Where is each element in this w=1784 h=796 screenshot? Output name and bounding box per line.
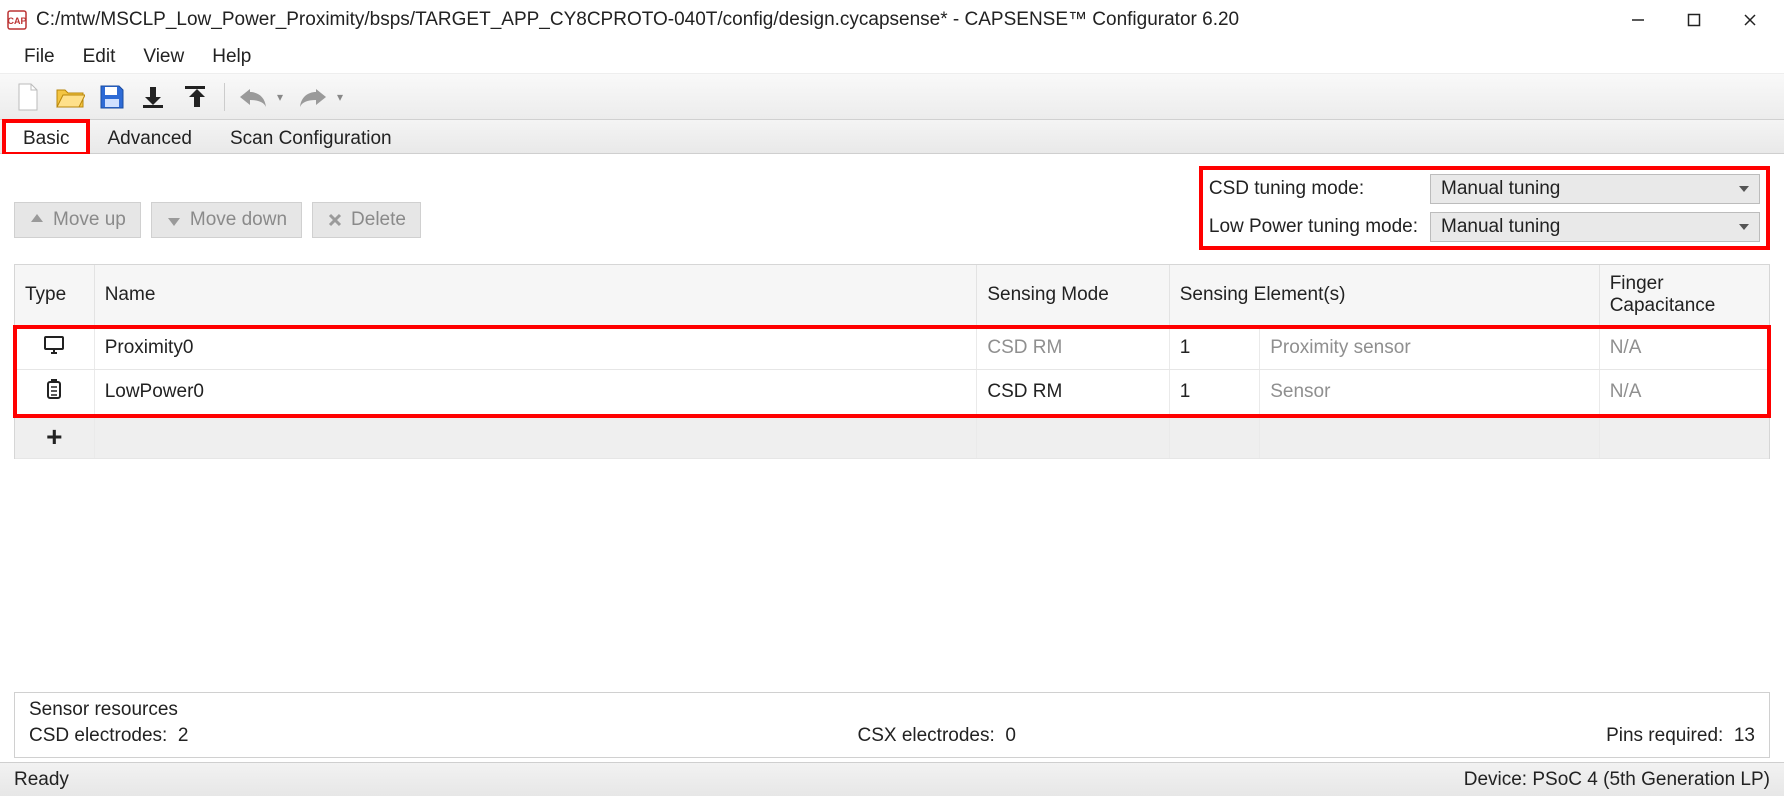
arrow-up-icon	[29, 212, 45, 228]
cell-finger-cap: N/A	[1599, 370, 1769, 415]
open-file-icon[interactable]	[52, 79, 88, 115]
minimize-button[interactable]	[1610, 0, 1666, 40]
csd-electrodes-label: CSD electrodes:	[29, 725, 167, 746]
menu-file[interactable]: File	[12, 42, 67, 72]
delete-x-icon	[327, 212, 343, 228]
csd-tuning-value: Manual tuning	[1441, 178, 1560, 200]
battery-icon	[15, 370, 94, 415]
upper-controls-row: Move up Move down Delete CSD tuning mode…	[14, 166, 1770, 250]
cell-name[interactable]: LowPower0	[94, 370, 977, 415]
resources-title: Sensor resources	[29, 699, 1755, 721]
table-row[interactable]: LowPower0CSD RM1SensorN/A	[15, 370, 1769, 415]
th-finger-cap[interactable]: Finger Capacitance	[1599, 265, 1769, 326]
sensor-resources-panel: Sensor resources CSD electrodes: 2 CSX e…	[14, 692, 1770, 758]
plus-icon[interactable]: +	[15, 415, 94, 459]
toolbar-separator	[224, 83, 225, 111]
undo-icon[interactable]	[235, 79, 271, 115]
add-widget-row[interactable]: +	[15, 415, 1769, 459]
pins-required: Pins required: 13	[1375, 725, 1755, 747]
csd-electrodes: CSD electrodes: 2	[29, 725, 857, 747]
cell-name[interactable]: Proximity0	[94, 326, 977, 370]
menu-bar: File Edit View Help	[0, 40, 1784, 74]
menu-edit[interactable]: Edit	[71, 42, 128, 72]
undo-dropdown-icon[interactable]: ▾	[275, 90, 285, 104]
move-down-button[interactable]: Move down	[151, 202, 302, 238]
delete-button[interactable]: Delete	[312, 202, 421, 238]
new-file-icon[interactable]	[10, 79, 46, 115]
table-header-row: Type Name Sensing Mode Sensing Element(s…	[15, 265, 1769, 326]
csd-tuning-label: CSD tuning mode:	[1209, 178, 1418, 200]
tab-scan-label: Scan Configuration	[230, 128, 392, 149]
app-window: CAP C:/mtw/MSCLP_Low_Power_Proximity/bsp…	[0, 0, 1784, 796]
row-action-buttons: Move up Move down Delete	[14, 202, 421, 238]
import-icon[interactable]	[136, 79, 172, 115]
app-icon: CAP	[6, 9, 28, 31]
content-area: Move up Move down Delete CSD tuning mode…	[0, 154, 1784, 762]
window-title: C:/mtw/MSCLP_Low_Power_Proximity/bsps/TA…	[36, 9, 1239, 31]
delete-label: Delete	[351, 209, 406, 231]
svg-text:CAP: CAP	[7, 16, 26, 26]
tab-scan-configuration[interactable]: Scan Configuration	[211, 121, 411, 154]
table-row[interactable]: Proximity0CSD RM1Proximity sensorN/A	[15, 326, 1769, 370]
cell-element-desc: Proximity sensor	[1260, 326, 1599, 370]
status-device: Device: PSoC 4 (5th Generation LP)	[1464, 769, 1770, 791]
cell-element-count[interactable]: 1	[1169, 326, 1260, 370]
tab-strip: Basic Advanced Scan Configuration	[0, 120, 1784, 154]
lp-tuning-dropdown[interactable]: Manual tuning	[1430, 212, 1760, 242]
redo-icon[interactable]	[295, 79, 331, 115]
cell-sensing-mode[interactable]: CSD RM	[977, 370, 1169, 415]
move-up-button[interactable]: Move up	[14, 202, 141, 238]
arrow-down-icon	[166, 212, 182, 228]
lp-tuning-value: Manual tuning	[1441, 216, 1560, 238]
move-up-label: Move up	[53, 209, 126, 231]
widget-table: Type Name Sensing Mode Sensing Element(s…	[14, 264, 1770, 459]
cell-element-desc: Sensor	[1260, 370, 1599, 415]
lp-tuning-label: Low Power tuning mode:	[1209, 216, 1418, 238]
status-bar: Ready Device: PSoC 4 (5th Generation LP)	[0, 762, 1784, 796]
th-name[interactable]: Name	[94, 265, 977, 326]
th-sensing-mode[interactable]: Sensing Mode	[977, 265, 1169, 326]
move-down-label: Move down	[190, 209, 287, 231]
title-bar: CAP C:/mtw/MSCLP_Low_Power_Proximity/bsp…	[0, 0, 1784, 40]
csd-electrodes-value: 2	[178, 725, 189, 746]
close-button[interactable]	[1722, 0, 1778, 40]
cell-element-count[interactable]: 1	[1169, 370, 1260, 415]
pins-required-label: Pins required:	[1606, 725, 1723, 746]
tab-advanced-label: Advanced	[107, 128, 192, 149]
th-sensing-elements[interactable]: Sensing Element(s)	[1169, 265, 1599, 326]
csd-tuning-dropdown[interactable]: Manual tuning	[1430, 174, 1760, 204]
cell-sensing-mode[interactable]: CSD RM	[977, 326, 1169, 370]
menu-view[interactable]: View	[131, 42, 196, 72]
monitor-icon	[15, 326, 94, 370]
status-ready: Ready	[14, 769, 69, 791]
csx-electrodes-label: CSX electrodes:	[857, 725, 994, 746]
pins-required-value: 13	[1734, 725, 1755, 746]
csx-electrodes-value: 0	[1005, 725, 1016, 746]
tab-advanced[interactable]: Advanced	[88, 121, 211, 154]
cell-finger-cap: N/A	[1599, 326, 1769, 370]
toolbar: ▾ ▾	[0, 74, 1784, 120]
redo-dropdown-icon[interactable]: ▾	[335, 90, 345, 104]
tab-basic[interactable]: Basic	[4, 121, 88, 154]
menu-help[interactable]: Help	[200, 42, 263, 72]
save-icon[interactable]	[94, 79, 130, 115]
csx-electrodes: CSX electrodes: 0	[857, 725, 1375, 747]
tab-basic-label: Basic	[23, 128, 69, 149]
tuning-mode-panel: CSD tuning mode: Manual tuning Low Power…	[1199, 166, 1770, 250]
export-icon[interactable]	[178, 79, 214, 115]
th-type[interactable]: Type	[15, 265, 94, 326]
maximize-button[interactable]	[1666, 0, 1722, 40]
